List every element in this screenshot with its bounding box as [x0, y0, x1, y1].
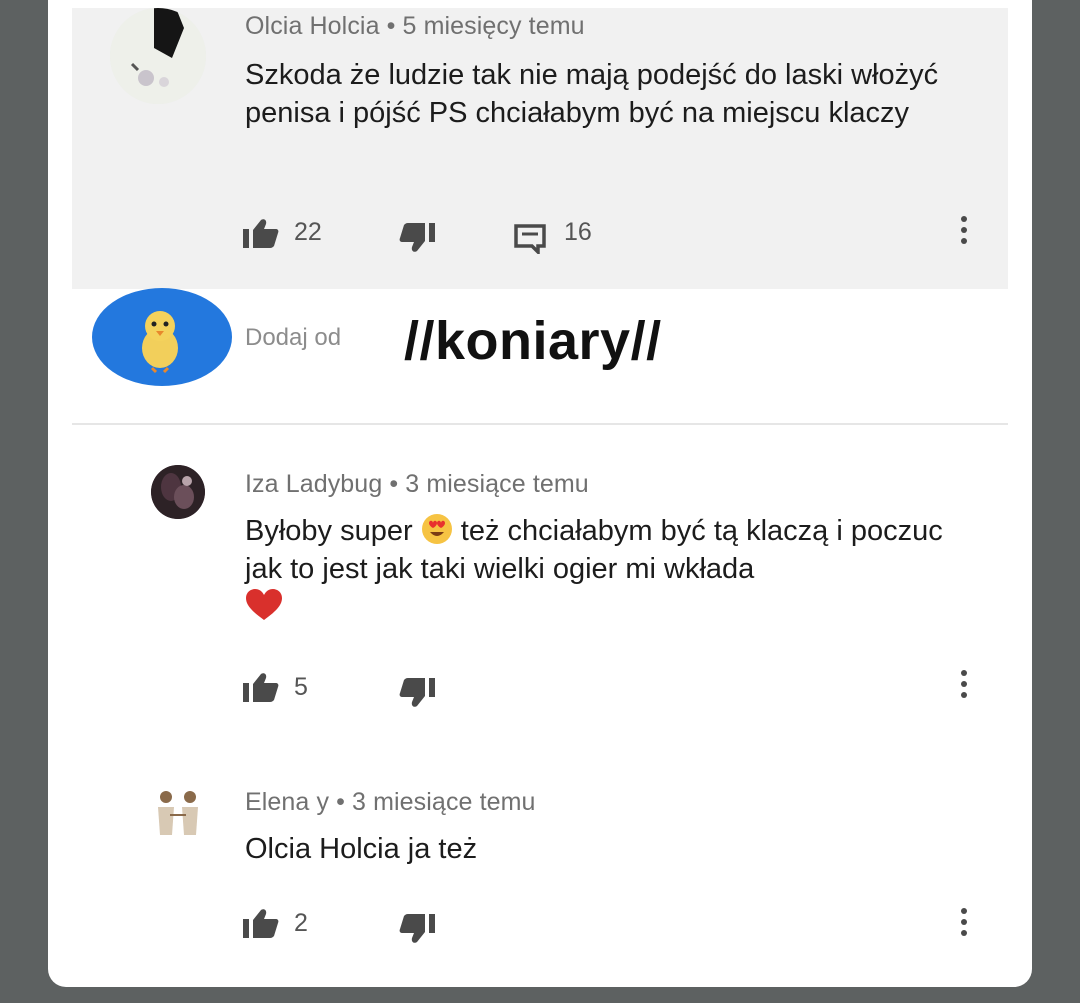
comment-time[interactable]: 5 miesięcy temu	[403, 12, 585, 40]
avatar[interactable]	[148, 785, 208, 841]
avatar[interactable]	[151, 465, 205, 519]
thumbs-down-icon[interactable]	[399, 223, 435, 258]
thumbs-up-icon[interactable]	[243, 672, 279, 707]
more-vertical-icon[interactable]	[960, 670, 968, 703]
avatar[interactable]	[110, 8, 206, 104]
thumbs-up-icon[interactable]	[243, 908, 279, 943]
comment-meta: Iza Ladybug • 3 miesiące temu	[245, 470, 589, 499]
user-avatar	[92, 288, 232, 386]
thumbs-down-icon[interactable]	[399, 678, 435, 713]
add-comment-input[interactable]: Dodaj od	[245, 324, 341, 352]
bottom-bar	[0, 987, 1080, 1003]
comment-meta: Olcia Holcia • 5 miesięcy temu	[245, 12, 585, 41]
comment-time[interactable]: 3 miesiące temu	[352, 788, 536, 816]
comment-text: Szkoda że ludzie tak nie mają podejść do…	[245, 59, 939, 129]
reply-count: 16	[564, 218, 592, 246]
comment-text: Byłoby super też chciałabym być tą klacz…	[245, 512, 985, 628]
comment-text: Olcia Holcia ja też	[245, 833, 478, 865]
thumbs-up-icon[interactable]	[243, 218, 279, 253]
separator: •	[336, 788, 345, 816]
author-name[interactable]: Iza Ladybug	[245, 470, 382, 498]
author-name[interactable]: Olcia Holcia	[245, 12, 380, 40]
author-name[interactable]: Elena y	[245, 788, 329, 816]
heart-emoji-icon	[245, 588, 283, 622]
thumbs-down-icon[interactable]	[399, 914, 435, 949]
comment-icon[interactable]	[514, 224, 546, 259]
separator: •	[389, 470, 399, 498]
comment-text-part: Byłoby super	[245, 515, 413, 547]
comment-time[interactable]: 3 miesiące temu	[405, 470, 589, 498]
like-count: 5	[294, 673, 308, 701]
more-vertical-icon[interactable]	[960, 216, 968, 249]
more-vertical-icon[interactable]	[960, 908, 968, 941]
like-count: 2	[294, 909, 308, 937]
heart-eyes-emoji-icon	[421, 513, 453, 545]
separator: •	[386, 12, 396, 40]
like-count: 22	[294, 218, 322, 246]
watermark-text: //koniary//	[400, 310, 666, 372]
comment-meta: Elena y • 3 miesiące temu	[245, 788, 536, 817]
comments-card: Olcia Holcia • 5 miesięcy temu Szkoda że…	[48, 0, 1032, 987]
divider	[72, 423, 1008, 425]
